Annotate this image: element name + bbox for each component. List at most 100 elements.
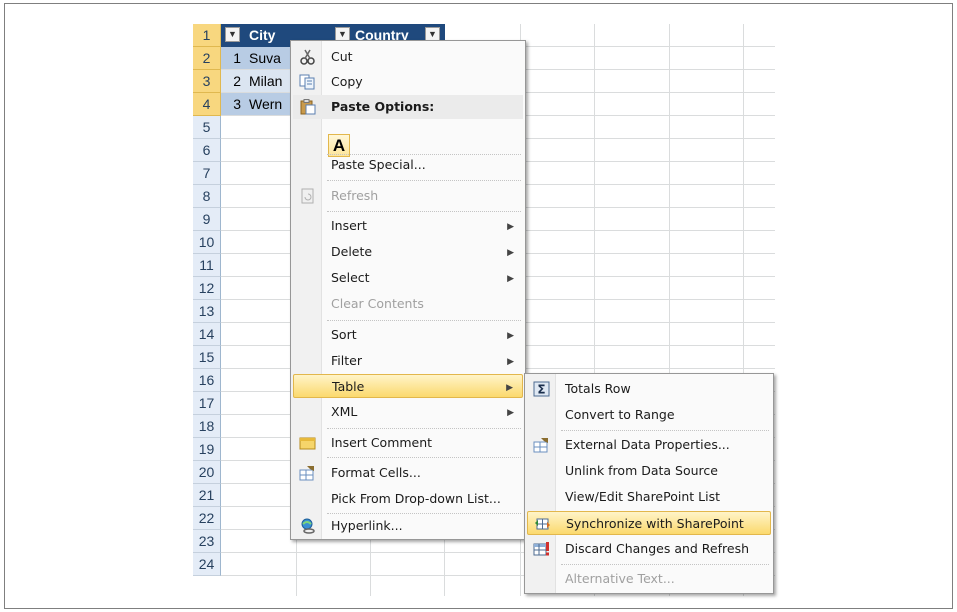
svg-text:Σ: Σ: [537, 383, 545, 397]
menu-item-table[interactable]: Table ▶: [293, 374, 523, 398]
row-header[interactable]: 16: [193, 369, 221, 392]
row-header[interactable]: 1: [193, 24, 221, 47]
menu-item-cut[interactable]: Cut: [293, 45, 523, 69]
row-header[interactable]: 8: [193, 185, 221, 208]
menu-item-label: Clear Contents: [331, 296, 424, 311]
menu-item-sort[interactable]: Sort ▶: [293, 323, 523, 347]
submenu-arrow-icon: ▶: [507, 221, 514, 231]
menu-item-filter[interactable]: Filter ▶: [293, 349, 523, 373]
menu-item-label: Table: [332, 379, 365, 394]
menu-item-insert[interactable]: Insert ▶: [293, 214, 523, 238]
menu-item-label: Unlink from Data Source: [565, 463, 718, 478]
comment-icon: [299, 435, 316, 451]
row-header[interactable]: 9: [193, 208, 221, 231]
menu-item-label: Discard Changes and Refresh: [565, 541, 750, 556]
submenu-item-view-edit-sharepoint[interactable]: View/Edit SharePoint List: [527, 485, 771, 509]
row-header[interactable]: 22: [193, 507, 221, 530]
submenu-item-alternative-text[interactable]: Alternative Text...: [527, 567, 771, 591]
menu-item-label: Convert to Range: [565, 407, 675, 422]
menu-item-label: Delete: [331, 244, 373, 259]
menu-item-label: Cut: [331, 49, 353, 64]
submenu-arrow-icon: ▶: [507, 330, 514, 340]
filter-dropdown-icon[interactable]: ▼: [225, 27, 240, 42]
menu-item-select[interactable]: Select ▶: [293, 266, 523, 290]
row-header[interactable]: 23: [193, 530, 221, 553]
menu-item-insert-comment[interactable]: Insert Comment: [293, 431, 523, 455]
menu-item-delete[interactable]: Delete ▶: [293, 240, 523, 264]
table-cell-id[interactable]: 3: [221, 93, 243, 115]
row-header[interactable]: 5: [193, 116, 221, 139]
refresh-icon: [299, 188, 316, 204]
hyperlink-icon: [299, 518, 316, 534]
menu-item-label: Insert Comment: [331, 435, 433, 450]
row-header[interactable]: 19: [193, 438, 221, 461]
menu-item-copy[interactable]: Copy: [293, 70, 523, 94]
row-header[interactable]: 20: [193, 461, 221, 484]
row-header[interactable]: 18: [193, 415, 221, 438]
sync-icon: [534, 516, 551, 532]
column-header-label: City: [249, 27, 276, 43]
menu-item-label: Format Cells...: [331, 465, 421, 480]
row-header[interactable]: 21: [193, 484, 221, 507]
row-header[interactable]: 7: [193, 162, 221, 185]
scissors-icon: [299, 49, 316, 65]
submenu-item-external-data-properties[interactable]: External Data Properties...: [527, 433, 771, 457]
menu-item-label: Copy: [331, 74, 363, 89]
menu-item-paste-special[interactable]: Paste Special...: [293, 153, 523, 177]
menu-item-label: Filter: [331, 353, 362, 368]
menu-item-label: Totals Row: [565, 381, 631, 396]
menu-item-clear-contents[interactable]: Clear Contents: [293, 292, 523, 316]
row-header[interactable]: 2: [193, 47, 221, 70]
context-menu[interactable]: Cut Copy Paste Options: A Paste Special.…: [290, 40, 526, 540]
menu-item-xml[interactable]: XML ▶: [293, 400, 523, 424]
row-header[interactable]: 3: [193, 70, 221, 93]
menu-item-label: Synchronize with SharePoint: [566, 516, 744, 531]
submenu-item-discard-changes[interactable]: Discard Changes and Refresh: [527, 537, 771, 561]
row-header[interactable]: 14: [193, 323, 221, 346]
table-cell-id[interactable]: 1: [221, 47, 243, 69]
table-cell-city[interactable]: Wern: [243, 93, 293, 115]
menu-item-label: XML: [331, 404, 358, 419]
table-cell-city[interactable]: Suva: [243, 47, 293, 69]
table-cell-id[interactable]: 2: [221, 70, 243, 92]
menu-item-label: Select: [331, 270, 370, 285]
menu-item-label: Paste Options:: [331, 99, 435, 114]
menu-item-label: Hyperlink...: [331, 518, 403, 533]
menu-item-refresh[interactable]: Refresh: [293, 184, 523, 208]
submenu-item-totals-row[interactable]: Σ Totals Row: [527, 377, 771, 401]
submenu-arrow-icon: ▶: [507, 407, 514, 417]
menu-item-hyperlink[interactable]: Hyperlink...: [293, 514, 523, 538]
clipboard-icon: [299, 99, 316, 115]
table-cell-city[interactable]: Milan: [243, 70, 293, 92]
discard-icon: [533, 541, 550, 557]
row-header[interactable]: 24: [193, 553, 221, 576]
row-header[interactable]: 10: [193, 231, 221, 254]
properties-icon: [533, 437, 550, 453]
row-header[interactable]: 4: [193, 93, 221, 116]
submenu-item-unlink[interactable]: Unlink from Data Source: [527, 459, 771, 483]
submenu-item-synchronize[interactable]: Synchronize with SharePoint: [527, 511, 771, 535]
row-header[interactable]: 15: [193, 346, 221, 369]
menu-item-label: Refresh: [331, 188, 379, 203]
copy-icon: [299, 74, 316, 90]
menu-item-pick-from-list[interactable]: Pick From Drop-down List...: [293, 487, 523, 511]
submenu-item-convert-to-range[interactable]: Convert to Range: [527, 403, 771, 427]
submenu-arrow-icon: ▶: [506, 382, 513, 392]
table-submenu[interactable]: Σ Totals Row Convert to Range External D…: [524, 373, 774, 594]
menu-item-label: Alternative Text...: [565, 571, 675, 586]
row-header[interactable]: 13: [193, 300, 221, 323]
row-header[interactable]: 11: [193, 254, 221, 277]
table-header-cell-a[interactable]: ▼: [221, 24, 243, 47]
row-header[interactable]: 12: [193, 277, 221, 300]
menu-item-label: Insert: [331, 218, 367, 233]
submenu-arrow-icon: ▶: [507, 247, 514, 257]
row-header[interactable]: 6: [193, 139, 221, 162]
menu-item-label: Paste Special...: [331, 157, 426, 172]
format-cells-icon: [299, 465, 316, 481]
menu-item-label: External Data Properties...: [565, 437, 730, 452]
submenu-arrow-icon: ▶: [507, 273, 514, 283]
row-header[interactable]: 17: [193, 392, 221, 415]
menu-item-format-cells[interactable]: Format Cells...: [293, 461, 523, 485]
menu-item-label: Sort: [331, 327, 357, 342]
menu-item-label: View/Edit SharePoint List: [565, 489, 720, 504]
